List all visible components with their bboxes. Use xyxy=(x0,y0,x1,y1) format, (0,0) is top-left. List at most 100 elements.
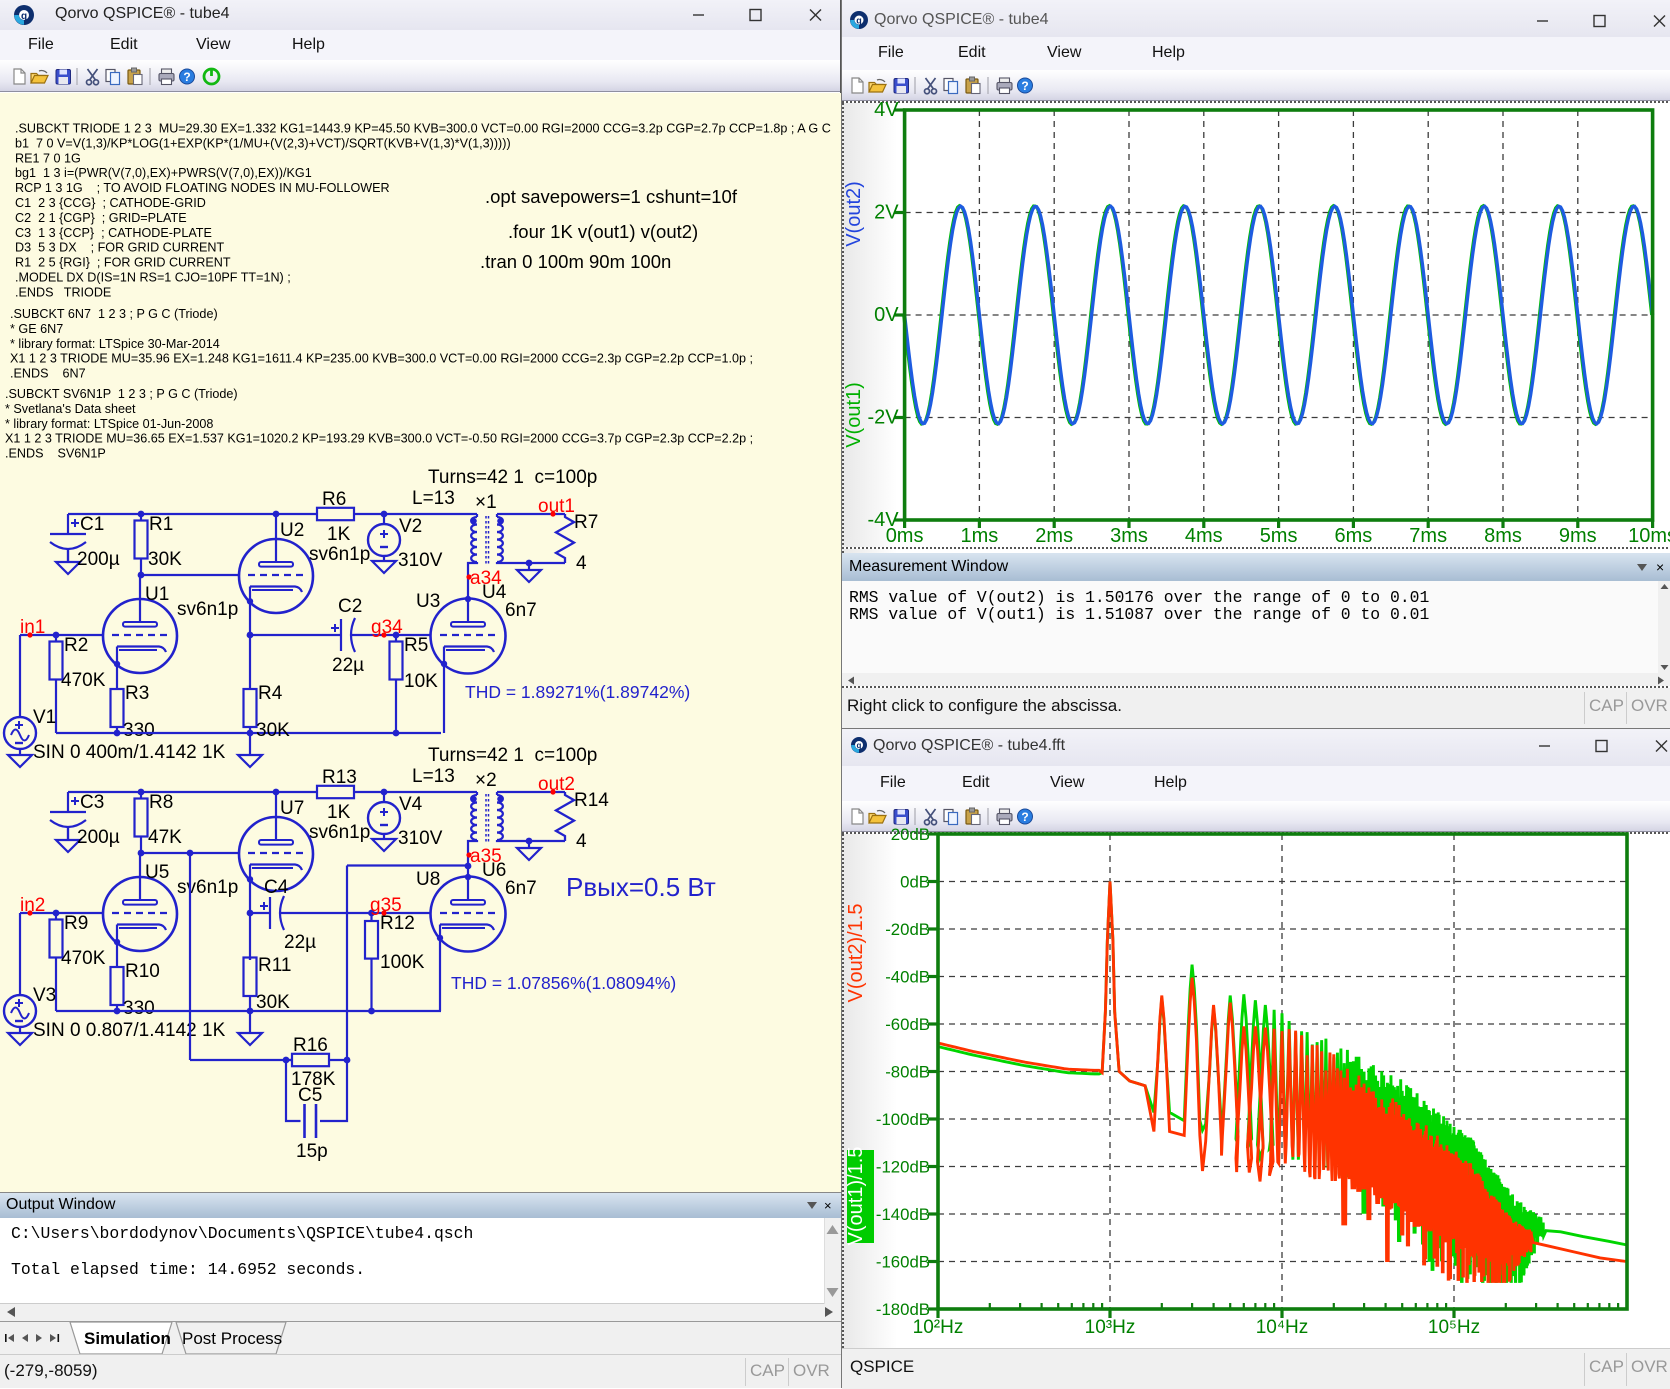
svg-text:4: 4 xyxy=(576,553,587,574)
svg-text:a34: a34 xyxy=(470,568,502,589)
svg-text:×2: ×2 xyxy=(475,770,497,791)
svg-text:C3 1 3 {CCP} ; CATHODE-PLATE: C3 1 3 {CCP} ; CATHODE-PLATE xyxy=(15,226,212,240)
svg-text:L=13: L=13 xyxy=(412,766,455,787)
svg-text:R11: R11 xyxy=(258,955,291,976)
svg-text:22µ: 22µ xyxy=(284,932,316,953)
svg-text:×: × xyxy=(824,1198,832,1213)
svg-text:out2: out2 xyxy=(538,774,575,795)
svg-text:10K: 10K xyxy=(404,671,438,692)
svg-text:?: ? xyxy=(1021,79,1028,93)
svg-text:1K: 1K xyxy=(327,802,351,823)
svg-text:q: q xyxy=(856,15,862,25)
svg-text:30K: 30K xyxy=(256,992,290,1013)
svg-text:R8: R8 xyxy=(149,792,173,813)
svg-text:C4: C4 xyxy=(264,877,289,898)
svg-text:THD = 1.89271%(1.89742%): THD = 1.89271%(1.89742%) xyxy=(465,682,690,702)
svg-text:R14: R14 xyxy=(574,790,609,811)
svg-text:out1: out1 xyxy=(538,496,575,517)
svg-text:U7: U7 xyxy=(280,798,304,819)
svg-text:U3: U3 xyxy=(416,591,440,612)
svg-text:470K: 470K xyxy=(61,948,106,969)
svg-text:X1 1 2 3 TRIODE MU=36.65 EX=1.: X1 1 2 3 TRIODE MU=36.65 EX=1.537 KG1=10… xyxy=(5,432,753,446)
svg-text:.MODEL DX D(IS=1N RS=1 CJO=10P: .MODEL DX D(IS=1N RS=1 CJO=10PF TT=1N) ; xyxy=(15,271,291,285)
svg-text:.ENDS 6N7: .ENDS 6N7 xyxy=(10,367,86,381)
svg-text:SIN 0 400m/1.4142 1K: SIN 0 400m/1.4142 1K xyxy=(33,742,226,763)
svg-text:V1: V1 xyxy=(33,707,56,728)
svg-text:.SUBCKT TRIODE 1 2 3 MU=29.30: .SUBCKT TRIODE 1 2 3 MU=29.30 EX=1.332 K… xyxy=(15,122,831,136)
svg-text:U5: U5 xyxy=(145,862,169,883)
svg-text:R12: R12 xyxy=(380,913,415,934)
svg-text:C3: C3 xyxy=(80,792,104,813)
svg-text:Simulation: Simulation xyxy=(84,1329,171,1348)
svg-text:15p: 15p xyxy=(296,1141,328,1162)
svg-text:bg1 1 3 i=(PWR(V(7,0),EX)+PWR: bg1 1 3 i=(PWR(V(7,0),EX)+PWRS(V(7,0),EX… xyxy=(15,166,312,180)
svg-text:330: 330 xyxy=(123,998,155,1019)
svg-text:C5: C5 xyxy=(298,1085,322,1106)
svg-text:sv6n1p: sv6n1p xyxy=(177,877,238,898)
svg-text:V4: V4 xyxy=(399,794,423,815)
svg-text:Turns=42 1 c=100p: Turns=42 1 c=100p xyxy=(428,745,597,766)
svg-text:sv6n1p: sv6n1p xyxy=(309,544,370,565)
svg-text:R16: R16 xyxy=(293,1035,328,1056)
svg-text:q: q xyxy=(21,11,27,22)
svg-text:×1: ×1 xyxy=(475,492,497,513)
svg-text:.ENDS TRIODE: .ENDS TRIODE xyxy=(15,285,111,299)
svg-text:R2: R2 xyxy=(64,635,88,656)
svg-text:310V: 310V xyxy=(398,550,443,571)
svg-text:Рвых=0.5 Вт: Рвых=0.5 Вт xyxy=(566,872,716,902)
svg-text:R1 2 5 {RGI} ; FOR GRID CURR: R1 2 5 {RGI} ; FOR GRID CURRENT xyxy=(15,256,231,270)
svg-text:.SUBCKT SV6N1P 1 2 3 ; P G C: .SUBCKT SV6N1P 1 2 3 ; P G C (Triode) xyxy=(5,387,238,401)
svg-text:C1: C1 xyxy=(80,514,104,535)
svg-text:* Svetlana's Data sheet: * Svetlana's Data sheet xyxy=(5,402,136,416)
svg-text:in2: in2 xyxy=(20,895,45,916)
svg-text:×: × xyxy=(1656,559,1664,575)
svg-text:470K: 470K xyxy=(61,670,106,691)
svg-text:q: q xyxy=(857,741,862,750)
svg-text:C2: C2 xyxy=(338,596,362,617)
svg-text:R13: R13 xyxy=(322,767,357,788)
svg-text:THD = 1.07856%(1.08094%): THD = 1.07856%(1.08094%) xyxy=(451,973,676,993)
svg-text:sv6n1p: sv6n1p xyxy=(177,599,238,620)
svg-text:.tran 0 100m 90m 100n: .tran 0 100m 90m 100n xyxy=(480,251,671,272)
svg-text:U1: U1 xyxy=(145,584,169,605)
svg-text:R4: R4 xyxy=(258,683,283,704)
svg-text:* GE 6N7: * GE 6N7 xyxy=(10,322,63,336)
svg-text:R1: R1 xyxy=(149,514,173,535)
svg-text:C2 2 1 {CGP} ; GRID=PLATE: C2 2 1 {CGP} ; GRID=PLATE xyxy=(15,211,187,225)
svg-text:R6: R6 xyxy=(322,489,346,510)
svg-text:g34: g34 xyxy=(371,617,403,638)
svg-text:.SUBCKT 6N7 1 2 3 ; P G C (Tr: .SUBCKT 6N7 1 2 3 ; P G C (Triode) xyxy=(10,307,218,321)
svg-text:1K: 1K xyxy=(327,524,351,545)
svg-text:a35: a35 xyxy=(470,846,502,867)
svg-text:V2: V2 xyxy=(399,516,422,537)
svg-text:6n7: 6n7 xyxy=(505,878,537,899)
svg-text:D3 5 3 DX ; FOR GRID CURRE: D3 5 3 DX ; FOR GRID CURRENT xyxy=(15,241,225,255)
svg-text:Turns=42 1 c=100p: Turns=42 1 c=100p xyxy=(428,467,597,488)
svg-text:30K: 30K xyxy=(256,720,290,741)
svg-text:b1 7 0 V=V(1,3)/KP*LOG(1+EXP(: b1 7 0 V=V(1,3)/KP*LOG(1+EXP(KP*(1/MU+(V… xyxy=(15,136,511,150)
svg-text:.four 1K v(out1) v(out2): .four 1K v(out1) v(out2) xyxy=(508,221,698,242)
svg-text:C1 2 3 {CCG} ; CATHODE-GRID: C1 2 3 {CCG} ; CATHODE-GRID xyxy=(15,196,206,210)
svg-text:200µ: 200µ xyxy=(77,549,120,570)
svg-text:.opt savepowers=1 cshunt=10f: .opt savepowers=1 cshunt=10f xyxy=(485,186,738,207)
svg-text:L=13: L=13 xyxy=(412,488,455,509)
svg-text:V3: V3 xyxy=(33,985,56,1006)
svg-text:4: 4 xyxy=(576,831,587,852)
svg-text:in1: in1 xyxy=(20,617,45,638)
svg-text:R10: R10 xyxy=(125,961,160,982)
svg-text:100K: 100K xyxy=(380,952,425,973)
svg-text:6n7: 6n7 xyxy=(505,600,537,621)
svg-text:?: ? xyxy=(183,70,190,84)
svg-text:U8: U8 xyxy=(416,869,440,890)
svg-text:U2: U2 xyxy=(280,520,304,541)
svg-text:R5: R5 xyxy=(404,635,428,656)
svg-text:sv6n1p: sv6n1p xyxy=(309,822,370,843)
svg-text:.ENDS SV6N1P: .ENDS SV6N1P xyxy=(5,447,106,461)
svg-text:R9: R9 xyxy=(64,913,88,934)
svg-text:SIN 0 0.807/1.4142 1K: SIN 0 0.807/1.4142 1K xyxy=(33,1020,226,1041)
svg-text:RE1 7 0 1G: RE1 7 0 1G xyxy=(15,151,81,165)
svg-text:* library format: LTSpice 01-J: * library format: LTSpice 01-Jun-2008 xyxy=(5,417,213,431)
svg-text:22µ: 22µ xyxy=(332,655,364,676)
svg-text:RCP 1 3 1G ; TO AVOID FLOAT: RCP 1 3 1G ; TO AVOID FLOATING NODES IN … xyxy=(15,181,390,195)
svg-text:?: ? xyxy=(1021,810,1028,824)
